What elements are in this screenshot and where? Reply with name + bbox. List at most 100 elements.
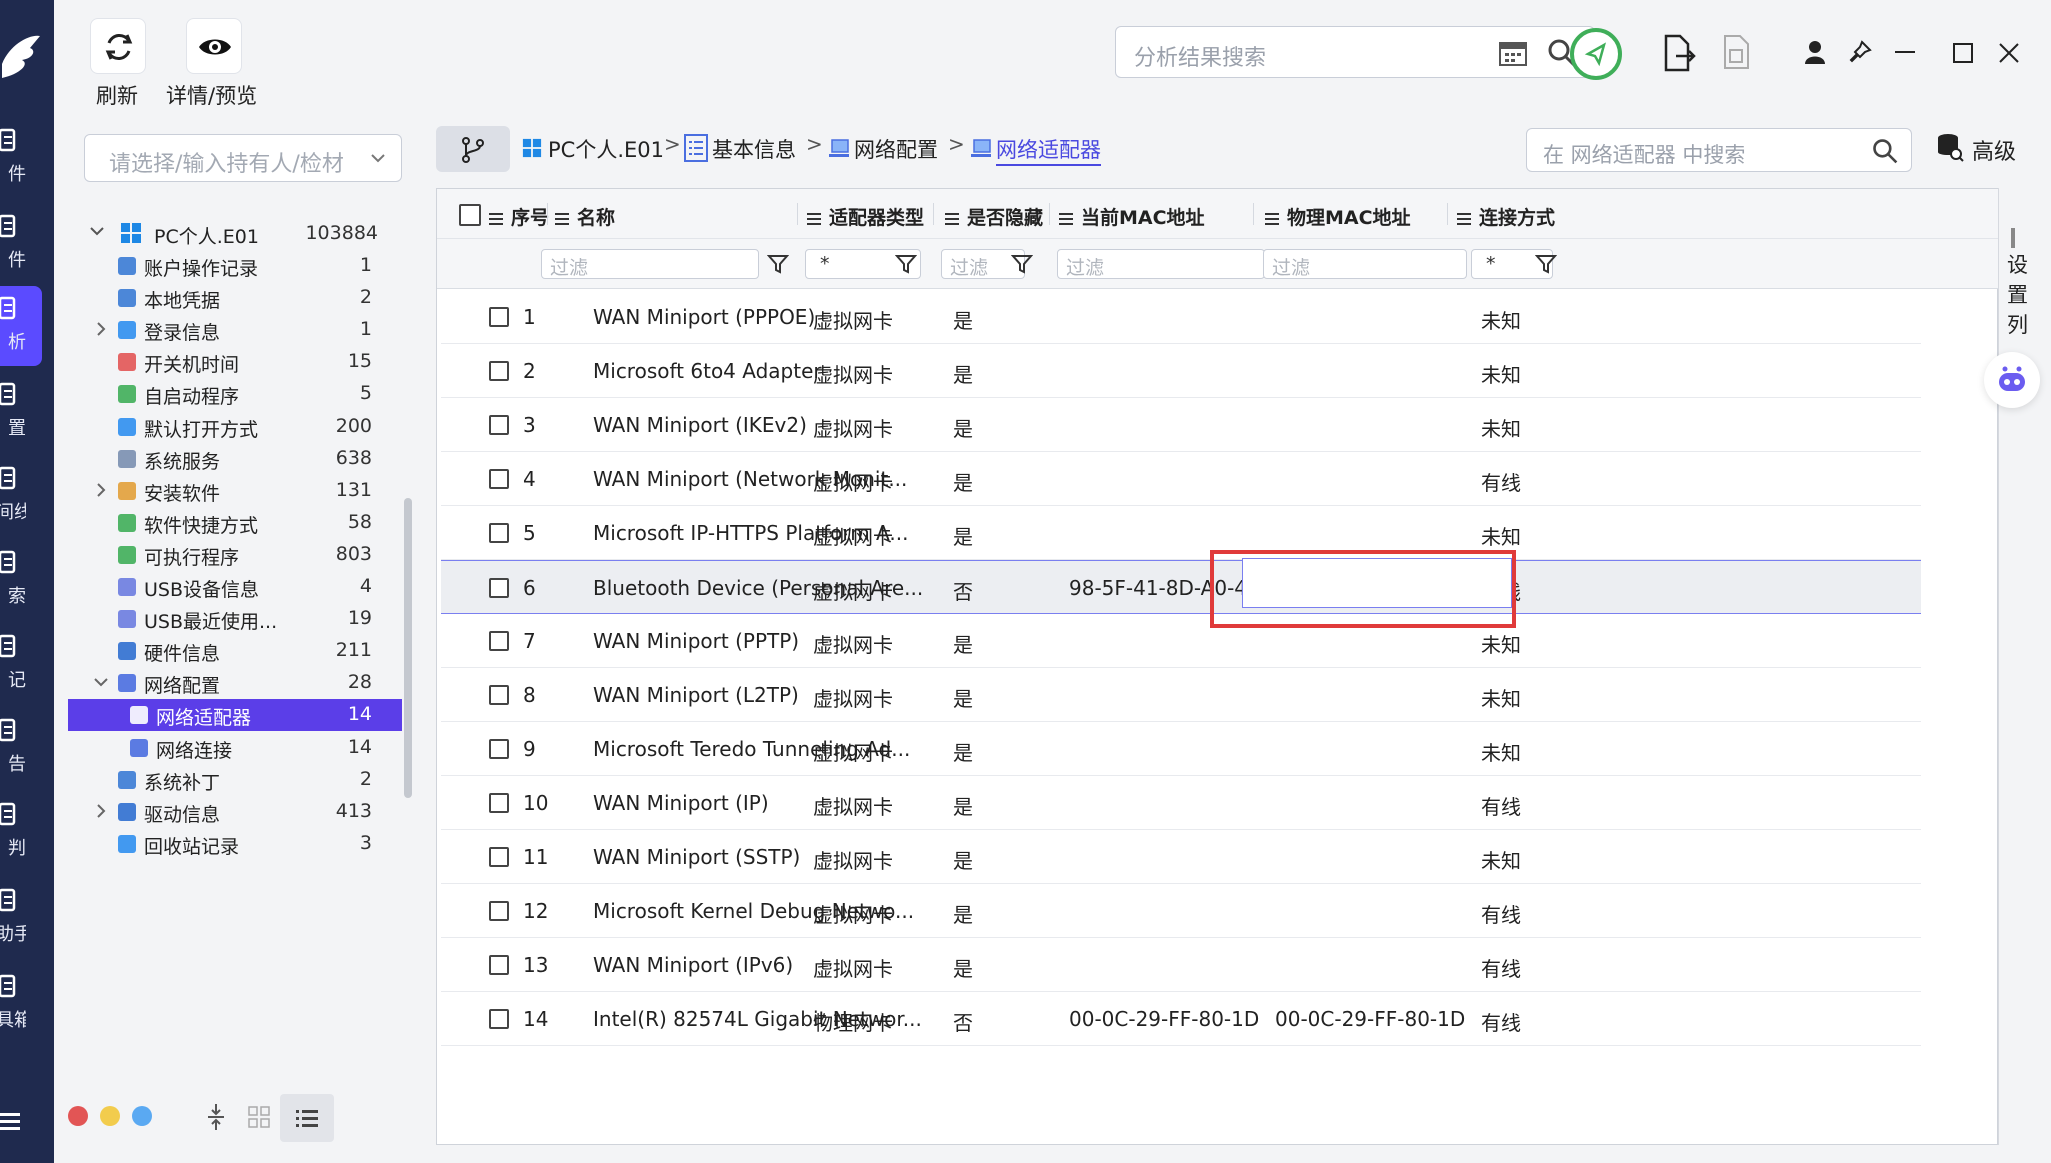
close-icon[interactable] — [1998, 42, 2020, 64]
chevron-right-icon[interactable] — [92, 802, 110, 820]
column-menu-icon[interactable] — [489, 208, 503, 230]
refresh-button[interactable] — [90, 18, 146, 74]
nav-item-2[interactable]: 析 — [0, 286, 42, 366]
tree-item[interactable]: 回收站记录 3 — [68, 828, 402, 860]
column-header[interactable]: 物理MAC地址 — [1265, 203, 1411, 230]
tree-root[interactable]: PC个人.E01 103884 — [68, 212, 402, 254]
branch-button[interactable] — [436, 126, 510, 172]
tree-item[interactable]: 账户操作记录 1 — [68, 250, 402, 282]
nav-item-9[interactable]: 助手 — [0, 878, 42, 958]
row-checkbox[interactable] — [489, 955, 509, 975]
table-row[interactable]: 7 WAN Miniport (PPTP) 虚拟网卡 是 未知 — [441, 614, 1921, 668]
column-header[interactable]: 序号 — [489, 203, 549, 230]
calendar-icon[interactable] — [1498, 39, 1528, 67]
filter-icon[interactable] — [1535, 253, 1557, 275]
column-header[interactable]: 名称 — [555, 203, 615, 230]
nav-item-5[interactable]: 索 — [0, 540, 42, 620]
row-checkbox[interactable] — [489, 631, 509, 651]
blue-tag-icon[interactable] — [132, 1106, 152, 1126]
tree-item[interactable]: 默认打开方式 200 — [68, 411, 402, 443]
row-checkbox[interactable] — [489, 361, 509, 381]
column-menu-icon[interactable] — [1457, 208, 1471, 230]
column-menu-icon[interactable] — [945, 208, 959, 230]
collapse-icon[interactable] — [206, 1102, 226, 1132]
chevron-right-icon[interactable] — [92, 481, 110, 499]
holder-select[interactable]: 请选择/输入持有人/检材 — [84, 134, 402, 182]
column-divider[interactable] — [1049, 203, 1050, 225]
column-divider[interactable] — [1253, 203, 1254, 225]
tree-item[interactable]: USB设备信息 4 — [68, 571, 402, 603]
tree-item[interactable]: 网络连接 14 — [68, 732, 402, 764]
report-doc-icon[interactable] — [1722, 34, 1752, 70]
tree-item[interactable]: 网络适配器 14 — [68, 699, 402, 732]
column-divider[interactable] — [1447, 203, 1448, 225]
user-icon[interactable] — [1804, 40, 1826, 64]
column-header[interactable]: 当前MAC地址 — [1059, 203, 1205, 230]
column-menu-icon[interactable] — [1059, 208, 1073, 230]
tree-item[interactable]: 系统服务 638 — [68, 443, 402, 475]
column-divider[interactable] — [797, 203, 798, 225]
table-row[interactable]: 10 WAN Miniport (IP) 虚拟网卡 是 有线 — [441, 776, 1921, 830]
nav-item-10[interactable]: 具箱 — [0, 964, 42, 1044]
column-settings-rail[interactable]: 设置列 — [1998, 188, 2038, 1145]
tree-item[interactable]: 软件快捷方式 58 — [68, 507, 402, 539]
row-checkbox[interactable] — [489, 739, 509, 759]
breadcrumb-evidence[interactable]: PC个人.E01 — [548, 134, 664, 164]
table-row[interactable]: 11 WAN Miniport (SSTP) 虚拟网卡 是 未知 — [441, 830, 1921, 884]
breadcrumb-network-adapter[interactable]: 网络适配器 — [996, 134, 1101, 166]
row-checkbox[interactable] — [489, 685, 509, 705]
breadcrumb-basic-info[interactable]: 基本信息 — [712, 134, 796, 164]
nav-item-7[interactable]: 告 — [0, 708, 42, 788]
row-checkbox[interactable] — [489, 523, 509, 543]
select-all-checkbox[interactable] — [459, 204, 481, 226]
nav-item-1[interactable]: 件 — [0, 204, 42, 284]
chevron-down-icon[interactable] — [88, 222, 106, 240]
task-button[interactable] — [1570, 28, 1622, 80]
yellow-tag-icon[interactable] — [100, 1106, 120, 1126]
tree-item[interactable]: 安装软件 131 — [68, 475, 402, 507]
row-checkbox[interactable] — [489, 1009, 509, 1029]
filter-input[interactable]: 过滤 — [1057, 249, 1265, 279]
table-row[interactable]: 4 WAN Miniport (Network Monit... 虚拟网卡是有线 — [441, 452, 1921, 506]
tree-item[interactable]: 驱动信息 413 — [68, 796, 402, 828]
row-checkbox[interactable] — [489, 578, 509, 598]
column-divider[interactable] — [933, 203, 934, 225]
tree-item[interactable]: 登录信息 1 — [68, 314, 402, 346]
nav-item-8[interactable]: 判 — [0, 792, 42, 872]
tree-item[interactable]: 硬件信息 211 — [68, 635, 402, 667]
column-header[interactable]: 是否隐藏 — [945, 203, 1043, 230]
grid-view-icon[interactable] — [248, 1106, 270, 1128]
column-menu-icon[interactable] — [807, 208, 821, 230]
list-view-button[interactable] — [280, 1094, 334, 1142]
table-row[interactable]: 8 WAN Miniport (L2TP) 虚拟网卡 是 未知 — [441, 668, 1921, 722]
red-tag-icon[interactable] — [68, 1106, 88, 1126]
filter-icon[interactable] — [1011, 253, 1033, 275]
column-header[interactable]: 连接方式 — [1457, 203, 1555, 230]
table-row[interactable]: 9 Microsoft Teredo Tunneling Ad... 虚拟网卡是未知 — [441, 722, 1921, 776]
maximize-icon[interactable] — [1952, 42, 1974, 64]
tree-item[interactable]: 自启动程序 5 — [68, 378, 402, 410]
tree-item[interactable]: 网络配置 28 — [68, 667, 402, 699]
tree-item[interactable]: 可执行程序 803 — [68, 539, 402, 571]
filter-icon[interactable] — [895, 253, 917, 275]
column-header[interactable]: 适配器类型 — [807, 203, 924, 230]
filter-input[interactable]: 过滤 — [1263, 249, 1467, 279]
table-row[interactable]: 12 Microsoft Kernel Debug Netwo... 虚拟网卡是有线 — [441, 884, 1921, 938]
table-row[interactable]: 6 Bluetooth Device (Personal Are... 虚拟网卡否 9… — [441, 560, 1921, 614]
column-menu-icon[interactable] — [1265, 208, 1279, 230]
tree-item[interactable]: 系统补丁 2 — [68, 764, 402, 796]
nav-item-4[interactable]: 间线 — [0, 456, 42, 536]
minimize-icon[interactable] — [1894, 42, 1916, 62]
column-divider[interactable] — [547, 203, 548, 225]
table-row[interactable]: 2 Microsoft 6to4 Adapter 虚拟网卡 是 未知 — [441, 344, 1921, 398]
nav-item-3[interactable]: 置 — [0, 372, 42, 452]
preview-button[interactable] — [186, 18, 242, 74]
table-row[interactable]: 14 Intel(R) 82574L Gigabit Networ... 物理网卡否… — [441, 992, 1921, 1046]
row-checkbox[interactable] — [489, 469, 509, 489]
tree-scrollbar[interactable] — [404, 498, 412, 798]
row-checkbox[interactable] — [489, 847, 509, 867]
breadcrumb-network-config[interactable]: 网络配置 — [854, 134, 938, 164]
chevron-down-icon[interactable] — [92, 673, 110, 691]
table-row[interactable]: 5 Microsoft IP-HTTPS Platform A... 虚拟网卡是未知 — [441, 506, 1921, 560]
column-menu-icon[interactable] — [555, 208, 569, 230]
